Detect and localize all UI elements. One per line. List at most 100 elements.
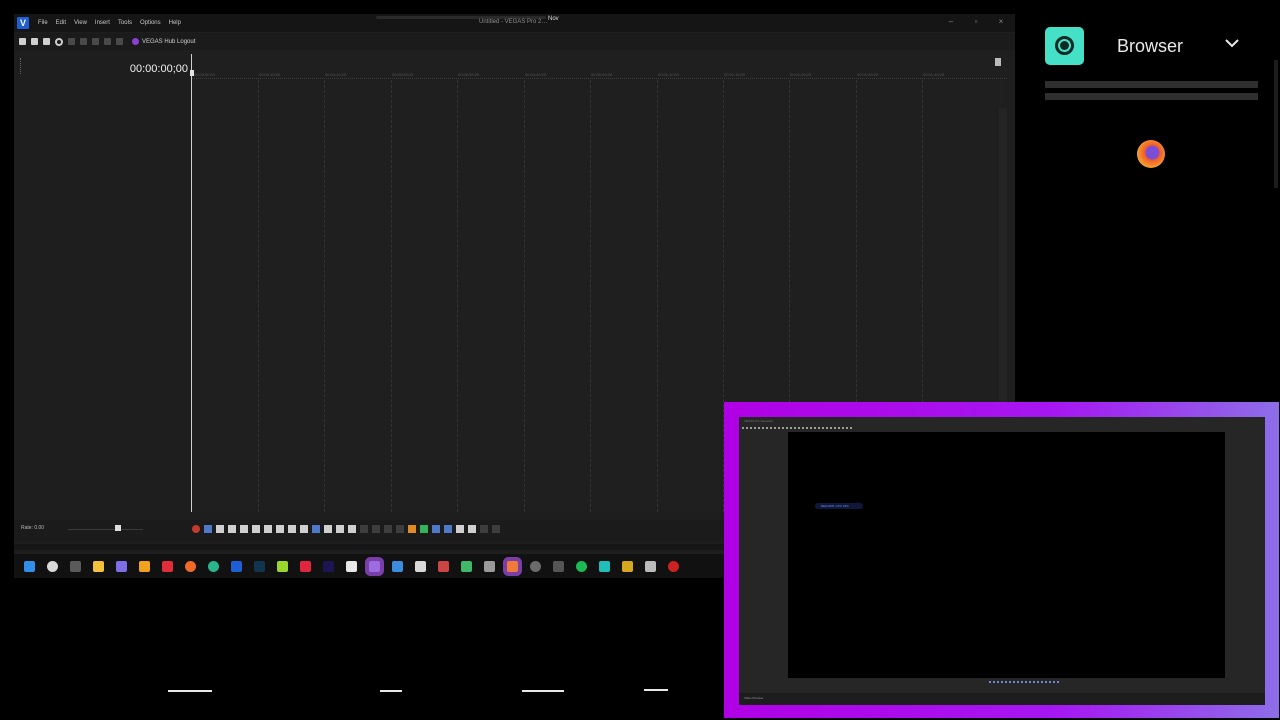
ruler-tick-label: 00:00:49;29 — [525, 72, 547, 77]
terminal-icon[interactable] — [484, 560, 495, 572]
rate-slider-knob[interactable] — [115, 525, 121, 531]
timeline-ruler[interactable]: 00:00:00;00 00:00:10;00 00:00:19;29 00:0… — [190, 54, 1007, 84]
search-icon[interactable] — [47, 560, 58, 572]
yellow-app-icon[interactable] — [622, 560, 633, 572]
steam-icon[interactable] — [645, 560, 656, 572]
menu-insert[interactable]: Insert — [92, 20, 115, 26]
panel-scrollbar[interactable] — [1274, 60, 1278, 188]
vegas-taskbar-icon[interactable] — [231, 560, 242, 572]
region-icon[interactable] — [420, 525, 428, 533]
chevron-down-icon[interactable] — [1225, 36, 1239, 50]
firefox-icon[interactable] — [1137, 140, 1165, 168]
auto-ripple-icon[interactable] — [444, 525, 452, 533]
firefox-icon[interactable] — [185, 560, 196, 572]
vegas-logo-icon[interactable]: V — [17, 17, 29, 29]
chrome-icon[interactable] — [438, 560, 449, 572]
browser-source-icon[interactable] — [1045, 27, 1084, 65]
gear-icon[interactable] — [55, 37, 63, 46]
browser-placeholder-bar — [1045, 93, 1258, 100]
new-file-icon[interactable] — [19, 38, 26, 45]
blurred-fragment — [522, 690, 564, 692]
copilot-icon[interactable] — [116, 560, 127, 572]
window-title: Untitled - VEGAS Pro 2… — [479, 19, 548, 25]
split-icon[interactable] — [360, 525, 368, 533]
zoom-tool-icon[interactable] — [348, 525, 356, 533]
vegas-hub-label: VEGAS Hub Logout — [142, 38, 196, 45]
file-explorer-icon[interactable] — [93, 560, 104, 572]
record-icon[interactable] — [192, 525, 200, 533]
envelope-tool-icon[interactable] — [324, 525, 332, 533]
menu-tools[interactable]: Tools — [115, 20, 137, 26]
loop-icon[interactable] — [204, 525, 212, 533]
sheets-icon[interactable] — [461, 560, 472, 572]
red-circle-app-icon[interactable] — [668, 560, 679, 572]
menu-file[interactable]: File — [35, 20, 53, 26]
edge-icon[interactable] — [208, 560, 219, 572]
close-icon[interactable]: × — [994, 17, 1008, 26]
capcut-icon[interactable] — [346, 560, 357, 572]
paste-icon[interactable] — [92, 38, 99, 45]
active-app-icon[interactable] — [507, 560, 518, 572]
snapping-icon[interactable] — [432, 525, 440, 533]
trim-end-icon[interactable] — [396, 525, 404, 533]
play-from-start-icon[interactable] — [216, 525, 224, 533]
discord-icon[interactable] — [369, 560, 380, 572]
settings-app-icon[interactable] — [553, 560, 564, 572]
mail-icon[interactable] — [392, 560, 403, 572]
cut-icon[interactable] — [68, 38, 75, 45]
copy-icon[interactable] — [80, 38, 87, 45]
edit-tool-icon[interactable] — [312, 525, 320, 533]
spotify-icon[interactable] — [576, 560, 587, 572]
drag-grip-icon[interactable] — [20, 58, 22, 74]
mini-bottom-bar: Video Preview — [739, 693, 1265, 705]
ruler-marker-icon[interactable] — [995, 58, 1001, 66]
ruler-tick-label: 00:01:49;29 — [923, 72, 945, 77]
windows-start-icon[interactable] — [24, 560, 35, 572]
go-to-end-icon[interactable] — [276, 525, 284, 533]
trim-icon[interactable] — [372, 525, 380, 533]
vivaldi-icon[interactable] — [162, 560, 173, 572]
go-to-start-icon[interactable] — [264, 525, 272, 533]
task-view-icon[interactable] — [70, 560, 81, 572]
mini-transport-controls — [989, 681, 1059, 689]
open-folder-icon[interactable] — [31, 38, 38, 45]
lock-envelopes-icon[interactable] — [456, 525, 464, 533]
playhead-marker[interactable] — [190, 70, 194, 76]
red-app-icon[interactable] — [300, 560, 311, 572]
next-frame-icon[interactable] — [300, 525, 308, 533]
auto-crossfade-icon[interactable] — [468, 525, 476, 533]
menu-help[interactable]: Help — [166, 20, 186, 26]
redo-icon[interactable] — [116, 38, 123, 45]
teal-app-icon[interactable] — [599, 560, 610, 572]
menu-view[interactable]: View — [71, 20, 92, 26]
stop-icon[interactable] — [252, 525, 260, 533]
obs-icon[interactable] — [530, 560, 541, 572]
marker-icon[interactable] — [408, 525, 416, 533]
minimize-icon[interactable]: – — [944, 17, 958, 26]
green-app-icon[interactable] — [277, 560, 288, 572]
after-effects-icon[interactable] — [323, 560, 334, 572]
track-header-area[interactable]: 00:00:00;00 — [18, 56, 190, 526]
vegas-hub-link[interactable]: VEGAS Hub Logout — [132, 38, 195, 45]
prev-frame-icon[interactable] — [288, 525, 296, 533]
rate-slider[interactable] — [68, 529, 143, 530]
hide-icon[interactable] — [492, 525, 500, 533]
menu-options[interactable]: Options — [137, 20, 166, 26]
notion-icon[interactable] — [415, 560, 426, 572]
ignore-grouping-icon[interactable] — [480, 525, 488, 533]
browser-label: Browser — [1117, 36, 1184, 56]
photoshop-icon[interactable] — [254, 560, 265, 572]
save-icon[interactable] — [43, 38, 50, 45]
checklist-icon[interactable] — [139, 560, 150, 572]
play-icon[interactable] — [228, 525, 236, 533]
grid-line — [258, 80, 259, 512]
selection-tool-icon[interactable] — [336, 525, 344, 533]
restore-icon[interactable]: ▫ — [969, 17, 983, 26]
ruler-tick-label: 00:00:59;28 — [591, 72, 613, 77]
trim-start-icon[interactable] — [384, 525, 392, 533]
title-bar: V File Edit View Insert Tools Options He… — [14, 14, 1015, 32]
undo-icon[interactable] — [104, 38, 111, 45]
menu-edit[interactable]: Edit — [53, 20, 71, 26]
pause-icon[interactable] — [240, 525, 248, 533]
blurred-fragment — [380, 690, 402, 692]
